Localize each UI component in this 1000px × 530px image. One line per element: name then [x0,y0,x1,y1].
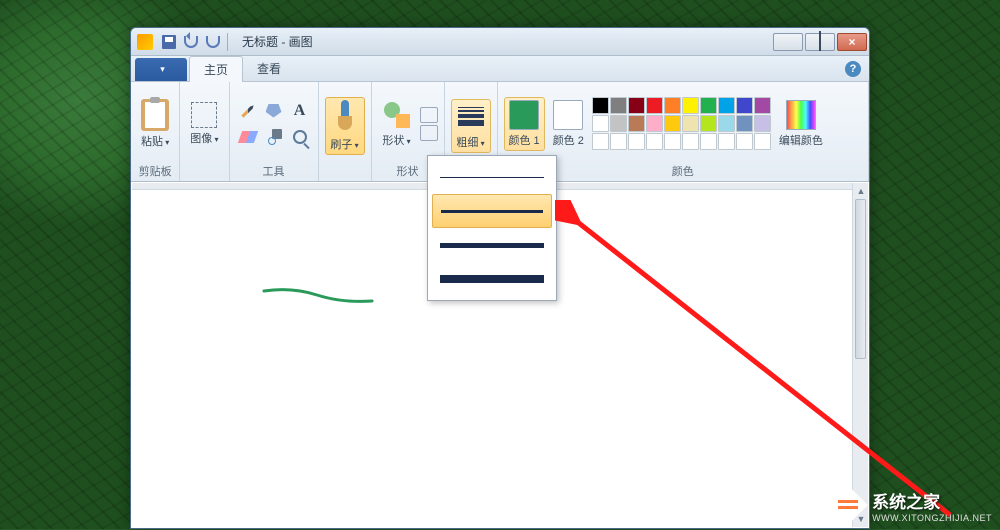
color1-swatch [509,100,539,130]
vertical-scrollbar[interactable]: ▲ ▼ [852,183,868,527]
palette-color[interactable] [682,97,699,114]
brush-icon [330,100,360,134]
tab-row: 主页 查看 ? [131,56,869,82]
group-clipboard: 粘贴 剪贴板 [131,82,180,181]
picker-tool[interactable] [262,125,286,149]
brush-button[interactable]: 刷子 [325,97,365,155]
group-brush: 刷子 [319,82,372,181]
color-palette [592,97,771,150]
tab-view[interactable]: 查看 [243,56,295,81]
app-icon [137,34,153,50]
select-button[interactable]: 图像 [186,100,222,148]
watermark: 系统之家 WWW.XITONGZHIJIA.NET [830,487,992,523]
size-button[interactable]: 粗细 [451,99,491,153]
window-controls: × [771,33,867,51]
size-option[interactable] [432,194,552,228]
palette-color[interactable] [718,97,735,114]
palette-color[interactable] [700,115,717,132]
watermark-url: WWW.XITONGZHIJIA.NET [872,513,992,523]
watermark-logo [830,487,866,523]
palette-color[interactable] [610,133,627,150]
size-dropdown [427,155,557,301]
maximize-button[interactable] [805,33,835,51]
palette-color[interactable] [754,133,771,150]
palette-color[interactable] [700,97,717,114]
palette-color[interactable] [592,133,609,150]
group-tools: A 工具 [230,82,319,181]
palette-color[interactable] [592,115,609,132]
palette-color[interactable] [664,97,681,114]
watermark-text: 系统之家 [872,488,992,513]
palette-color[interactable] [736,133,753,150]
clipboard-icon [141,99,169,131]
size-icon [456,102,486,132]
palette-color[interactable] [754,97,771,114]
close-button[interactable]: × [837,33,867,51]
palette-color[interactable] [646,97,663,114]
save-button[interactable] [159,32,179,52]
select-icon [191,102,217,128]
titlebar[interactable]: 无标题 - 画图 × [131,28,869,56]
help-icon[interactable]: ? [845,61,861,77]
palette-color[interactable] [628,133,645,150]
palette-color[interactable] [610,115,627,132]
size-option[interactable] [432,160,552,194]
palette-color[interactable] [736,115,753,132]
group-image: 图像 图像 [180,82,229,181]
magnify-tool[interactable] [288,125,312,149]
paste-button[interactable]: 粘贴 [137,97,173,151]
outline-button[interactable] [420,107,438,123]
text-tool[interactable]: A [288,99,312,123]
palette-color[interactable] [628,97,645,114]
palette-color[interactable] [718,115,735,132]
color2-button[interactable]: 颜色 2 [549,98,588,150]
edit-colors-icon [786,100,816,130]
separator [227,33,228,51]
palette-color[interactable] [736,97,753,114]
palette-color[interactable] [592,97,609,114]
redo-button[interactable] [203,32,223,52]
palette-color[interactable] [682,133,699,150]
shapes-button[interactable]: 形状 [378,98,416,150]
edit-colors-button[interactable]: 编辑颜色 [775,98,827,150]
scroll-up[interactable]: ▲ [853,183,869,199]
size-option[interactable] [432,228,552,262]
color1-button[interactable]: 颜色 1 [504,97,545,151]
size-option[interactable] [432,262,552,296]
group-label: 剪贴板 [137,161,173,179]
palette-color[interactable] [682,115,699,132]
eraser-tool[interactable] [236,125,260,149]
pencil-tool[interactable] [236,99,260,123]
group-label: 颜色 [504,161,863,179]
window-title: 无标题 - 画图 [242,33,313,50]
palette-color[interactable] [664,133,681,150]
tab-home[interactable]: 主页 [189,56,243,82]
undo-button[interactable] [181,32,201,52]
palette-color[interactable] [664,115,681,132]
palette-color[interactable] [646,115,663,132]
palette-color[interactable] [754,115,771,132]
palette-color[interactable] [700,133,717,150]
scroll-thumb[interactable] [855,199,866,359]
shapes-icon [382,100,412,130]
palette-color[interactable] [646,133,663,150]
quick-access-toolbar [159,32,223,52]
minimize-button[interactable] [773,33,803,51]
group-label [325,165,365,179]
file-menu[interactable] [135,58,187,81]
fill-button[interactable] [420,125,438,141]
drawn-stroke [262,283,382,313]
palette-color[interactable] [610,97,627,114]
palette-color[interactable] [718,133,735,150]
color2-swatch [553,100,583,130]
palette-color[interactable] [628,115,645,132]
group-label: 工具 [236,161,312,179]
fill-tool[interactable] [262,99,286,123]
